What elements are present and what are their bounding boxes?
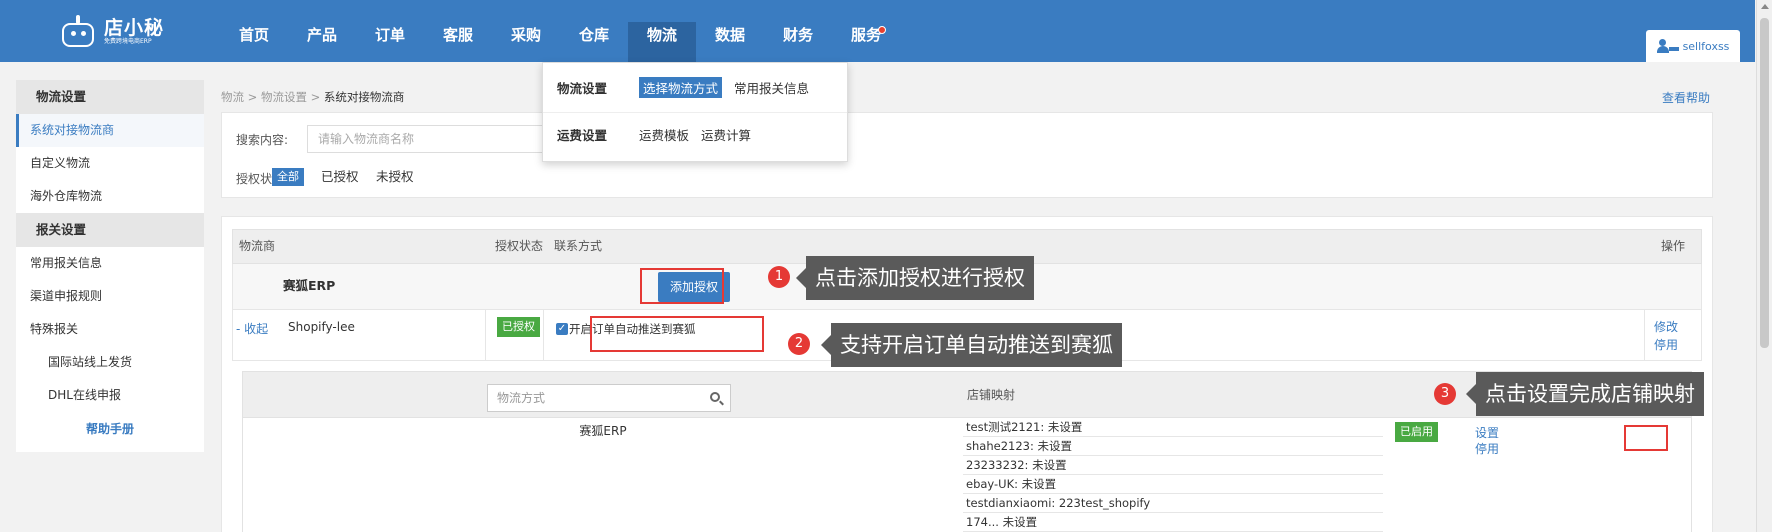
scroll-up-icon[interactable]	[1761, 4, 1769, 9]
step-number-3: 3	[1434, 383, 1456, 405]
search-label: 搜索内容:	[236, 133, 289, 147]
nav-item-home[interactable]: 首页	[220, 22, 288, 62]
user-menu-button[interactable]: sellfoxss	[1646, 30, 1740, 62]
step-number-2: 2	[788, 333, 810, 355]
highlight-auto-push	[590, 316, 764, 352]
breadcrumb: 物流 > 物流设置 > 系统对接物流商	[221, 89, 404, 105]
filter-panel: 搜索内容: 请输入物流商名称 授权状态: 全部 已授权 未授权	[221, 112, 1713, 198]
nav-item-customer-service[interactable]: 客服	[424, 22, 492, 62]
breadcrumb-separator: >	[310, 90, 321, 104]
nav-item-logistics[interactable]: 物流	[628, 22, 696, 62]
carrier-name: 赛狐ERP	[283, 278, 336, 293]
column-auth-status: 授权状态	[495, 239, 544, 253]
nav-item-data[interactable]: 数据	[696, 22, 764, 62]
shipping-method-name: 赛狐ERP	[579, 424, 627, 438]
menu-item-customs-info[interactable]: 常用报关信息	[734, 78, 809, 97]
nav-item-finance[interactable]: 财务	[764, 22, 832, 62]
auth-status-badge: 已授权	[497, 317, 540, 337]
sidebar-section-customs-settings: 报关设置	[16, 213, 204, 247]
sidebar-item-customs-info[interactable]: 常用报关信息	[16, 247, 204, 280]
column-carrier: 物流商	[239, 239, 276, 253]
store-mapping-header: 店铺映射	[967, 388, 1016, 402]
list-item: 23233232: 未设置	[963, 456, 1383, 475]
list-item: shahe2123: 未设置	[963, 437, 1383, 456]
top-navbar: 店小秘 免费跨境电商ERP 首页 产品 订单 客服 采购 仓库 物流 数据 财务…	[0, 0, 1755, 62]
app-logo[interactable]: 店小秘 免费跨境电商ERP	[58, 12, 198, 52]
sidebar-section-logistics-settings: 物流设置	[16, 80, 204, 114]
sidebar-item-intl-station[interactable]: 国际站线上发货	[16, 346, 204, 379]
dropdown-row-freight-settings: 运费设置 运费模板 运费计算	[557, 125, 763, 144]
view-help-link[interactable]: 查看帮助	[1662, 89, 1710, 106]
step-tooltip-3: 点击设置完成店铺映射	[1466, 372, 1704, 416]
nav-item-services[interactable]: 服务	[832, 22, 900, 62]
step-tooltip-2: 支持开启订单自动推送到赛狐	[821, 323, 1122, 367]
logo-name: 店小秘	[104, 17, 165, 39]
sidebar-item-dhl-declaration[interactable]: DHL在线申报	[16, 379, 204, 412]
collapse-toggle[interactable]: - 收起	[236, 320, 268, 337]
status-filter-unauthorized[interactable]: 未授权	[376, 167, 414, 187]
list-item: ebay-UK: 未设置	[963, 475, 1383, 494]
breadcrumb-current: 系统对接物流商	[323, 90, 405, 104]
status-filter-authorized[interactable]: 已授权	[321, 167, 359, 187]
sidebar-item-integrated-carriers[interactable]: 系统对接物流商	[16, 114, 204, 147]
nav-item-purchasing[interactable]: 采购	[492, 22, 560, 62]
scrollbar-thumb[interactable]	[1760, 18, 1769, 348]
menu-item-select-shipping-method[interactable]: 选择物流方式	[639, 77, 723, 98]
menu-item-freight-template[interactable]: 运费模板	[639, 125, 689, 144]
sidebar-item-custom-logistics[interactable]: 自定义物流	[16, 147, 204, 180]
notification-dot	[878, 26, 886, 34]
shipping-method-search-input[interactable]: 物流方式	[487, 384, 731, 412]
set-mapping-link[interactable]: 设置	[1475, 424, 1499, 441]
column-actions: 操作	[1661, 239, 1686, 253]
dropdown-row-logistics-settings: 物流设置 选择物流方式 常用报关信息	[557, 77, 821, 98]
breadcrumb-logistics-settings[interactable]: 物流设置	[261, 90, 307, 104]
breadcrumb-logistics[interactable]: 物流	[221, 90, 244, 104]
step-number-1: 1	[768, 266, 790, 288]
main-nav: 首页 产品 订单 客服 采购 仓库 物流 数据 财务 服务	[220, 22, 900, 62]
breadcrumb-separator: >	[247, 90, 258, 104]
auto-push-checkbox[interactable]: ✓	[556, 323, 568, 335]
menu-item-freight-calculator[interactable]: 运费计算	[701, 125, 751, 144]
dropdown-group-title: 物流设置	[557, 81, 608, 96]
highlight-add-authorization	[640, 268, 724, 304]
nav-item-products[interactable]: 产品	[288, 22, 356, 62]
list-item: 174... 未设置	[963, 513, 1383, 532]
nav-item-orders[interactable]: 订单	[356, 22, 424, 62]
dropdown-group-title: 运费设置	[557, 128, 608, 143]
search-icon[interactable]	[710, 392, 720, 402]
nav-item-warehouse[interactable]: 仓库	[560, 22, 628, 62]
account-name: Shopify-lee	[288, 320, 355, 334]
sidebar-item-channel-rules[interactable]: 渠道申报规则	[16, 280, 204, 313]
status-filter-all[interactable]: 全部	[272, 168, 304, 186]
page-scrollbar[interactable]	[1756, 0, 1772, 532]
store-mapping-list: test测试2121: 未设置 shahe2123: 未设置 23233232:…	[963, 418, 1383, 532]
logistics-dropdown-menu: 物流设置 选择物流方式 常用报关信息 运费设置 运费模板 运费计算	[542, 62, 848, 162]
username: sellfoxss	[1682, 39, 1730, 53]
list-item: test测试2121: 未设置	[963, 418, 1383, 437]
sidebar-item-overseas-warehouse[interactable]: 海外仓库物流	[16, 180, 204, 213]
edit-link[interactable]: 修改	[1654, 318, 1678, 335]
sidebar-item-special-customs[interactable]: 特殊报关	[16, 313, 204, 346]
logo-tagline: 免费跨境电商ERP	[104, 38, 152, 45]
nav-item-services-label: 服务	[850, 26, 881, 44]
list-item: testdianxiaomi: 223test_shopify	[963, 494, 1383, 513]
carrier-search-input[interactable]: 请输入物流商名称	[307, 125, 557, 153]
robot-logo-icon	[58, 15, 98, 49]
step-tooltip-1: 点击添加授权进行授权	[796, 256, 1034, 300]
sidebar-help-manual[interactable]: 帮助手册	[16, 412, 204, 446]
column-contact: 联系方式	[554, 239, 603, 253]
disable-method-link[interactable]: 停用	[1475, 440, 1499, 457]
enabled-status-badge: 已启用	[1395, 422, 1438, 442]
highlight-set-mapping	[1624, 425, 1668, 451]
shipping-method-placeholder: 物流方式	[497, 391, 546, 405]
sidebar: 物流设置 系统对接物流商 自定义物流 海外仓库物流 报关设置 常用报关信息 渠道…	[16, 80, 204, 452]
disable-link[interactable]: 停用	[1654, 336, 1678, 353]
user-switch-icon	[1656, 39, 1679, 53]
